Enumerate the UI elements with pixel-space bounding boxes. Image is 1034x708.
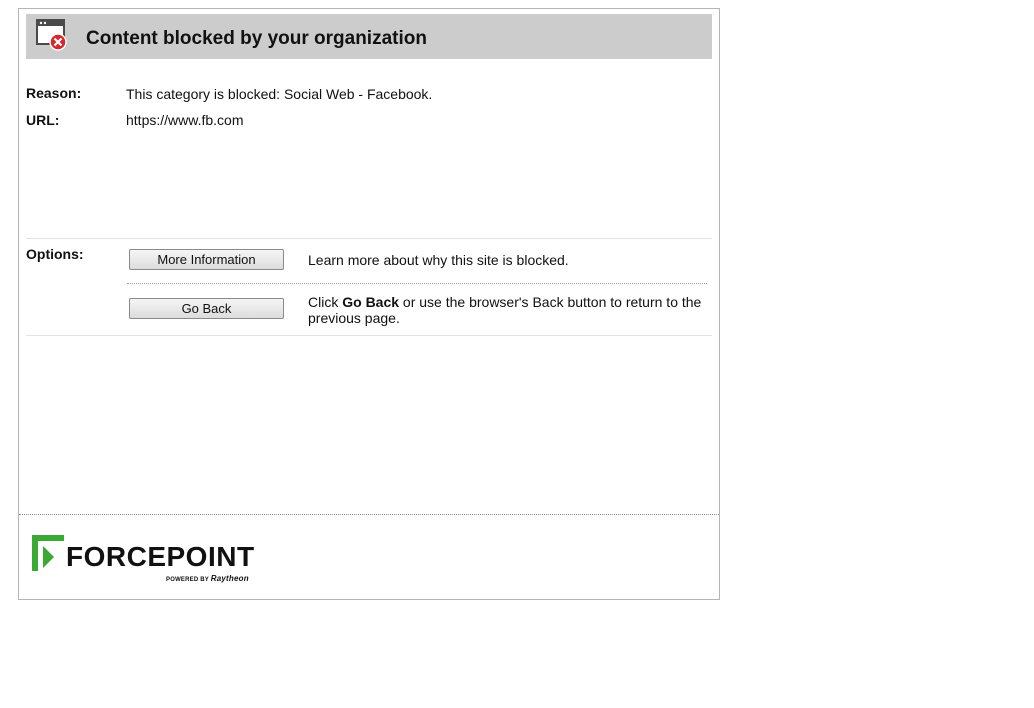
- forcepoint-logo: FORCEPOINT POWERED BY Raytheon: [31, 533, 261, 583]
- go-back-desc-bold: Go Back: [342, 294, 400, 310]
- blocked-window-icon: [36, 19, 67, 51]
- options-label: Options:: [26, 246, 84, 262]
- more-information-description: Learn more about why this site is blocke…: [308, 252, 569, 268]
- divider-options-top: [26, 238, 712, 239]
- footer-divider: [19, 514, 719, 515]
- page-header: Content blocked by your organization: [26, 14, 712, 59]
- reason-value: This category is blocked: Social Web - F…: [126, 86, 433, 102]
- divider-options-bottom: [26, 335, 712, 336]
- powered-by-text: POWERED BY: [166, 577, 209, 583]
- url-label: URL:: [26, 112, 60, 128]
- logo-wordmark: FORCEPOINT: [66, 541, 255, 572]
- forcepoint-mark-icon: [32, 535, 64, 571]
- reason-label: Reason:: [26, 85, 82, 101]
- page-title: Content blocked by your organization: [86, 28, 427, 49]
- divider-options-dotted: [127, 283, 707, 284]
- powered-by-brand: Raytheon: [210, 574, 249, 583]
- more-information-button[interactable]: More Information: [129, 249, 284, 270]
- go-back-description: Click Go Back or use the browser's Back …: [308, 294, 703, 326]
- logo-powered-by: POWERED BY Raytheon: [166, 574, 249, 583]
- block-page-frame: Content blocked by your organization Rea…: [18, 8, 720, 600]
- go-back-button[interactable]: Go Back: [129, 298, 284, 319]
- go-back-desc-prefix: Click: [308, 294, 343, 310]
- url-value: https://www.fb.com: [126, 112, 244, 128]
